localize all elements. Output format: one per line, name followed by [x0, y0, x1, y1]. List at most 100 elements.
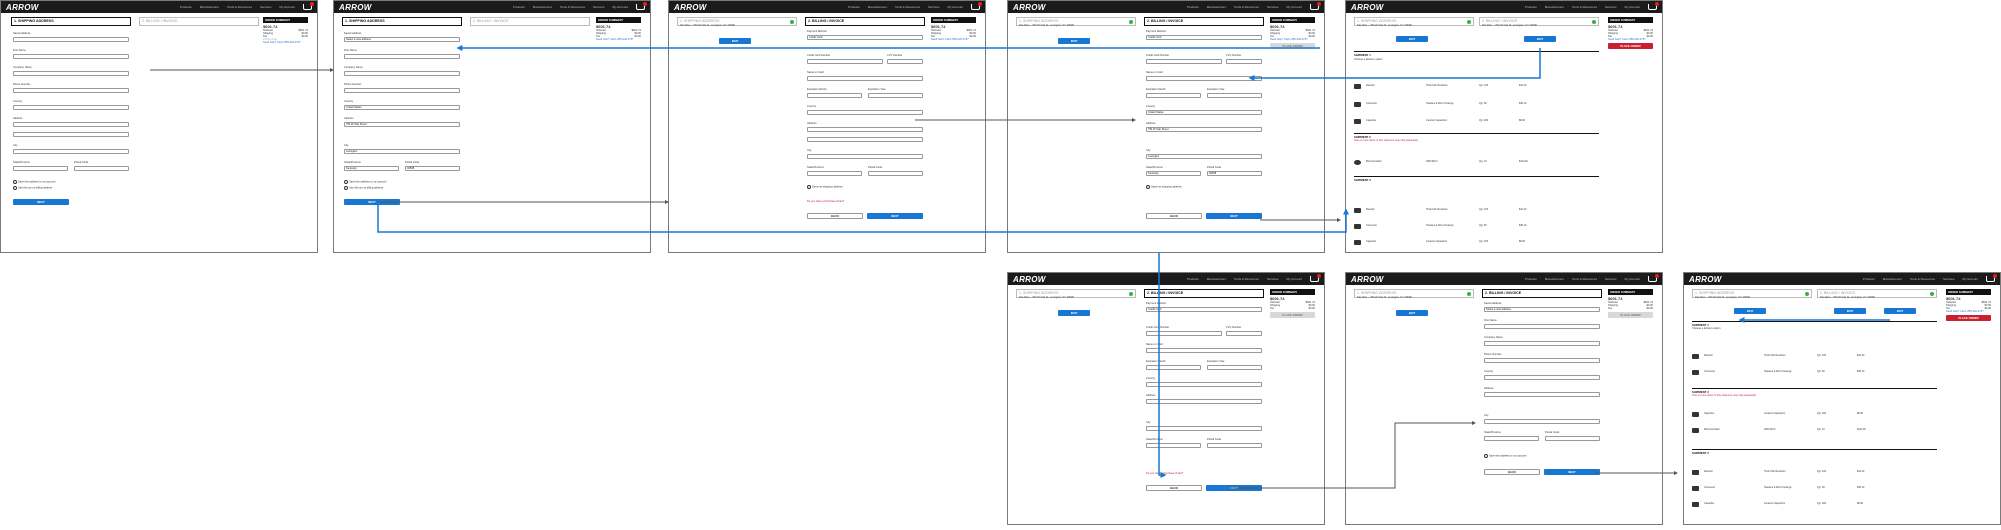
billing-same-checkbox[interactable]: Use this as my billing address: [13, 186, 52, 190]
company-input[interactable]: [13, 71, 129, 76]
edit-shipping-button[interactable]: EDIT: [1396, 36, 1428, 42]
state-select[interactable]: Kentucky: [1146, 171, 1201, 176]
address2-input[interactable]: [807, 137, 923, 142]
cart-icon[interactable]: [1648, 274, 1659, 282]
city-input[interactable]: [13, 149, 129, 154]
edit-payment-button[interactable]: EDIT: [1884, 308, 1916, 314]
help-link[interactable]: Need help? Call 1-855-326-4757: [931, 38, 976, 41]
address-input[interactable]: [13, 122, 129, 127]
nav-tools[interactable]: Tools & Resources: [227, 5, 252, 9]
save-address-checkbox[interactable]: Save this address to my account: [1484, 454, 1526, 458]
card-number-input[interactable]: [1146, 59, 1222, 64]
edit-shipping-button[interactable]: EDIT: [1058, 38, 1090, 44]
cart-icon[interactable]: [1648, 2, 1659, 10]
edit-shipping-button[interactable]: EDIT: [719, 38, 751, 44]
next-button[interactable]: NEXT: [344, 199, 400, 205]
first-name-input[interactable]: [1484, 324, 1600, 329]
help-link[interactable]: Need help? Call 1-855-326-4757: [596, 38, 641, 41]
cart-icon[interactable]: [971, 2, 982, 10]
country-select[interactable]: [807, 110, 923, 115]
help-link[interactable]: Need help? Call 1-855-326-4757: [1270, 38, 1315, 41]
country-select[interactable]: [1146, 382, 1262, 387]
zip-input[interactable]: 40508: [1207, 171, 1262, 176]
step-billing-header[interactable]: 2. BILLING / INVOICE Pat Allen – 754 W Oa…: [1479, 17, 1599, 27]
cvv-input[interactable]: [887, 59, 923, 64]
same-as-shipping-checkbox[interactable]: Same as shipping address: [1146, 185, 1182, 189]
phone-input[interactable]: [13, 88, 129, 93]
zip-input[interactable]: [1545, 436, 1600, 441]
nav-account[interactable]: My Account: [279, 5, 295, 9]
cart-icon[interactable]: [303, 2, 314, 10]
saved-address-select[interactable]: [13, 37, 129, 42]
expiration-month-select[interactable]: [1146, 93, 1201, 98]
edit-shipping-button[interactable]: EDIT: [1058, 310, 1090, 316]
address2-input[interactable]: [13, 132, 129, 137]
zip-input[interactable]: [74, 166, 129, 171]
place-order-button[interactable]: PLACE ORDER: [1946, 315, 1991, 321]
saved-address-select[interactable]: Select a new address: [344, 37, 460, 42]
state-select[interactable]: [1484, 436, 1539, 441]
city-input[interactable]: Lexington: [344, 149, 460, 154]
country-select[interactable]: [13, 105, 129, 110]
place-order-button[interactable]: PLACE ORDER: [1608, 43, 1653, 49]
zip-input[interactable]: 40508: [405, 166, 460, 171]
saved-address-select[interactable]: Select a new address: [1484, 307, 1600, 312]
expiration-year-select[interactable]: [868, 93, 923, 98]
city-input[interactable]: Lexington: [1146, 154, 1262, 159]
address-input[interactable]: [1484, 392, 1600, 397]
first-name-input[interactable]: [13, 54, 129, 59]
edit-shipping-button[interactable]: EDIT: [1396, 310, 1428, 316]
state-select[interactable]: [807, 171, 862, 176]
nav-services[interactable]: Services: [260, 5, 272, 9]
back-button[interactable]: BACK: [1484, 469, 1540, 475]
next-button[interactable]: NEXT: [867, 213, 923, 219]
company-input[interactable]: [344, 71, 460, 76]
expiration-year-select[interactable]: [1207, 365, 1262, 370]
edit-billing-button[interactable]: EDIT: [1834, 308, 1866, 314]
expiration-year-select[interactable]: [1207, 93, 1262, 98]
cart-icon[interactable]: [1986, 274, 1997, 282]
back-button[interactable]: BACK: [807, 213, 863, 219]
phone-input[interactable]: [1484, 358, 1600, 363]
expiration-month-select[interactable]: [807, 93, 862, 98]
next-button[interactable]: NEXT: [1206, 485, 1262, 491]
country-select[interactable]: [1484, 375, 1600, 380]
cart-icon[interactable]: [1310, 274, 1321, 282]
help-link[interactable]: Need help? Call 1-855-326-4757: [1608, 38, 1653, 41]
company-input[interactable]: [1484, 341, 1600, 346]
name-on-card-input[interactable]: [1146, 348, 1262, 353]
city-input[interactable]: [1484, 419, 1600, 424]
address-input[interactable]: [807, 127, 923, 132]
step-shipping-header[interactable]: 1. SHIPPING ADDRESS Pat Allen – 754 W Oak…: [1354, 17, 1474, 27]
next-button[interactable]: NEXT: [1206, 213, 1262, 219]
state-select[interactable]: Kentucky: [344, 166, 399, 171]
card-number-input[interactable]: [1146, 331, 1222, 336]
step-shipping-header[interactable]: 1. SHIPPING ADDRESS Pat Allen – 754 W Oak…: [677, 17, 797, 27]
step-shipping-header[interactable]: 1. SHIPPING ADDRESS Pat Allen – 754 W Oak…: [1016, 17, 1136, 27]
help-link[interactable]: Need help? Call 1-855-326-4757: [263, 41, 308, 44]
edit-shipping-button[interactable]: EDIT: [1734, 308, 1766, 314]
state-select[interactable]: [13, 166, 68, 171]
nav-manufacturers[interactable]: Manufacturers: [200, 5, 219, 9]
cvv-input[interactable]: [1226, 331, 1262, 336]
payment-method-select[interactable]: Credit Card: [807, 35, 923, 40]
card-number-input[interactable]: [807, 59, 883, 64]
next-button[interactable]: NEXT: [1544, 469, 1600, 475]
payment-method-select[interactable]: Credit Card: [1146, 307, 1262, 312]
phone-input[interactable]: [344, 88, 460, 93]
cart-icon[interactable]: [1310, 2, 1321, 10]
name-on-card-input[interactable]: [807, 76, 923, 81]
billing-same-checkbox[interactable]: Use this as my billing address: [344, 186, 383, 190]
first-name-input[interactable]: [344, 54, 460, 59]
back-button[interactable]: BACK: [1146, 213, 1202, 219]
next-button[interactable]: NEXT: [13, 199, 69, 205]
country-select[interactable]: United States: [344, 105, 460, 110]
address-input[interactable]: 754 W Oak Street: [344, 122, 460, 127]
name-on-card-input[interactable]: [1146, 76, 1262, 81]
payment-method-select[interactable]: Credit Card: [1146, 35, 1262, 40]
zip-input[interactable]: [868, 171, 923, 176]
address-input[interactable]: 754 W Oak Street: [1146, 127, 1262, 132]
edit-billing-button[interactable]: EDIT: [1524, 36, 1556, 42]
address-input[interactable]: [1146, 399, 1262, 404]
cvv-input[interactable]: [1226, 59, 1262, 64]
